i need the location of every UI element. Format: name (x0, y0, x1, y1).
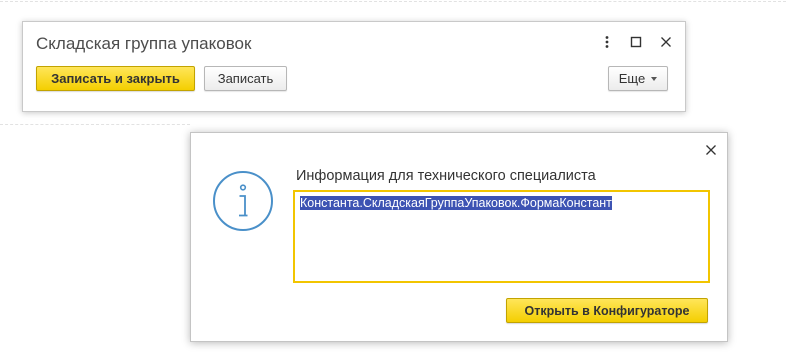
more-dropdown-button[interactable]: Еще (608, 66, 668, 91)
more-dropdown-label: Еще (618, 71, 646, 86)
open-in-configurator-button[interactable]: Открыть в Конфигураторе (506, 298, 708, 323)
chevron-down-icon (651, 77, 658, 81)
dialog-close-icon[interactable] (703, 142, 719, 158)
save-button[interactable]: Записать (204, 66, 287, 91)
close-icon[interactable] (658, 34, 674, 50)
maximize-icon[interactable] (628, 34, 644, 50)
form-window: Складская группа упаковок Записать и зак… (22, 21, 686, 112)
info-dialog-title: Информация для технического специалиста (296, 168, 596, 184)
technical-info-value[interactable]: Константа.СкладскаяГруппаУпаковок.ФормаК… (300, 196, 612, 210)
info-icon (212, 170, 274, 232)
technical-info-field[interactable]: Константа.СкладскаяГруппаУпаковок.ФормаК… (293, 190, 710, 283)
form-title: Складская группа упаковок (36, 34, 252, 53)
background-separator (0, 124, 190, 125)
more-actions-icon[interactable] (599, 34, 615, 50)
info-dialog: Информация для технического специалиста … (190, 132, 728, 342)
background-separator (0, 1, 786, 2)
save-and-close-button[interactable]: Записать и закрыть (36, 66, 195, 91)
